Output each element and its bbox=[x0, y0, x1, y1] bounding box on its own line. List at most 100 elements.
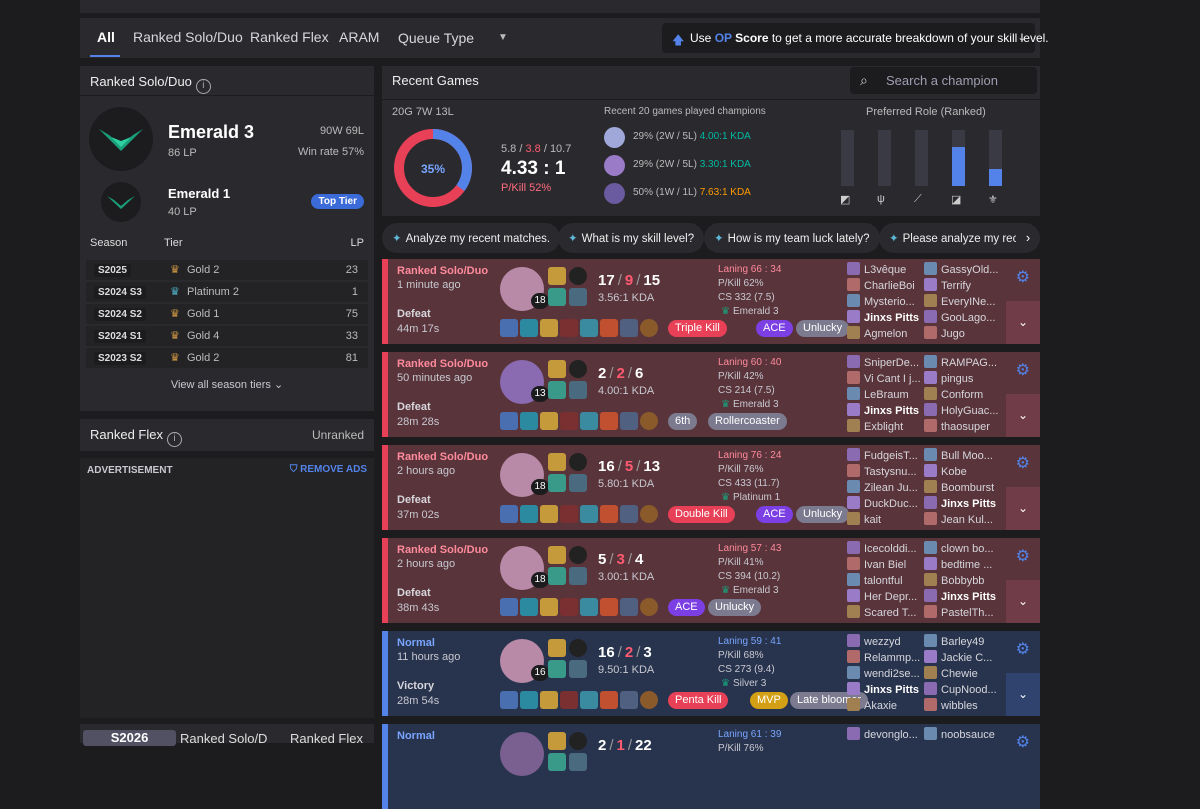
player-name[interactable]: Vi Cant I j... bbox=[847, 371, 922, 385]
info-icon[interactable]: i bbox=[166, 432, 182, 447]
player-name[interactable]: Kobe bbox=[924, 464, 999, 478]
player-name[interactable]: LeBraum bbox=[847, 387, 922, 401]
ai-analyze-icon[interactable]: ⚙ bbox=[1016, 267, 1030, 287]
expand-chevron-icon[interactable]: ⌄ bbox=[1006, 487, 1040, 530]
expand-chevron-icon[interactable]: ⌄ bbox=[1006, 580, 1040, 623]
player-name[interactable]: thaosuper bbox=[924, 419, 999, 433]
player-name[interactable]: L3vêque bbox=[847, 262, 922, 276]
player-name[interactable]: SniperDe... bbox=[847, 355, 922, 369]
player-name[interactable]: Barley49 bbox=[924, 634, 999, 648]
player-name[interactable]: Exblight bbox=[847, 419, 922, 433]
chevron-right-icon[interactable]: › bbox=[1016, 224, 1040, 252]
expand-chevron-icon[interactable]: ⌄ bbox=[1006, 394, 1040, 437]
player-name[interactable]: DuckDuc... bbox=[847, 496, 922, 510]
ai-analyze-icon[interactable]: ⚙ bbox=[1016, 453, 1030, 473]
player-name[interactable]: Mysterio... bbox=[847, 294, 922, 308]
player-name[interactable]: EveryINe... bbox=[924, 294, 999, 308]
ai-analyze-icon[interactable]: ⚙ bbox=[1016, 639, 1030, 659]
expand-chevron-icon[interactable]: ⌄ bbox=[1006, 301, 1040, 344]
match-card[interactable]: Ranked Solo/Duo 50 minutes ago Defeat 28m 2… bbox=[382, 352, 1040, 437]
match-stats: Laning 57 : 43 P/Kill 41% CS 394 (10.2) ♛ Em… bbox=[718, 542, 808, 598]
player-name[interactable]: Relammp... bbox=[847, 650, 922, 664]
player-name[interactable]: PastelTh... bbox=[924, 605, 999, 619]
player-name[interactable]: GassyOld... bbox=[924, 262, 999, 276]
ai-prompt-chip[interactable]: ✦ What is my skill level? bbox=[558, 223, 705, 253]
player-name[interactable]: Scared T... bbox=[847, 605, 922, 619]
player-name[interactable]: Icecolddi... bbox=[847, 541, 922, 555]
player-name[interactable]: RAMPAG... bbox=[924, 355, 999, 369]
tab-ranked-flex[interactable]: Ranked Flex bbox=[250, 29, 329, 45]
chevron-down-icon[interactable]: ▼ bbox=[498, 32, 508, 43]
player-name[interactable]: pingus bbox=[924, 371, 999, 385]
player-name[interactable]: clown bo... bbox=[924, 541, 999, 555]
player-name[interactable]: CharlieBoi bbox=[847, 278, 922, 292]
player-name[interactable]: kait bbox=[847, 512, 922, 526]
player-name[interactable]: Jean Kul... bbox=[924, 512, 999, 526]
player-name[interactable]: GooLago... bbox=[924, 310, 999, 324]
result-bar bbox=[382, 724, 388, 809]
player-name[interactable]: Jinxs Pitts bbox=[847, 682, 922, 696]
player-name[interactable]: Boomburst bbox=[924, 480, 999, 494]
player-name[interactable]: FudgeisT... bbox=[847, 448, 922, 462]
player-name[interactable]: Conform bbox=[924, 387, 999, 401]
ai-analyze-icon[interactable]: ⚙ bbox=[1016, 732, 1030, 752]
queue-type-select[interactable]: Queue Type bbox=[398, 30, 474, 46]
info-icon[interactable]: i bbox=[195, 79, 211, 94]
player-name[interactable]: talontful bbox=[847, 573, 922, 587]
player-name[interactable]: Jinxs Pitts bbox=[847, 310, 922, 324]
player-name[interactable]: HolyGuac... bbox=[924, 403, 999, 417]
player-name[interactable]: Zilean Ju... bbox=[847, 480, 922, 494]
player-name[interactable]: Jinxs Pitts bbox=[847, 403, 922, 417]
tab-ranked-solo-bottom[interactable]: Ranked Solo/D bbox=[180, 731, 267, 746]
champion-icon bbox=[847, 634, 860, 647]
tab-ranked-solo[interactable]: Ranked Solo/Duo bbox=[133, 29, 243, 45]
player-name[interactable]: Akaxie bbox=[847, 698, 922, 712]
tab-ranked-flex-bottom[interactable]: Ranked Flex bbox=[290, 731, 363, 746]
player-name[interactable]: Her Depr... bbox=[847, 589, 922, 603]
champion-icon bbox=[924, 682, 937, 695]
tab-all[interactable]: All bbox=[97, 29, 115, 45]
search-input[interactable]: Search a champion bbox=[886, 73, 998, 88]
match-card[interactable]: Ranked Solo/Duo 2 hours ago Defeat 37m 02s 1… bbox=[382, 445, 1040, 530]
player-name[interactable]: Jugo bbox=[924, 326, 999, 340]
ai-analyze-icon[interactable]: ⚙ bbox=[1016, 360, 1030, 380]
match-card[interactable]: Normal 11 hours ago Victory 28m 54s 16 16/2/3… bbox=[382, 631, 1040, 716]
chevron-down-icon[interactable]: ⌄ bbox=[1017, 30, 1027, 44]
player-name[interactable]: Ivan Biel bbox=[847, 557, 922, 571]
tab-s2026[interactable]: S2026 bbox=[83, 730, 176, 746]
player-name[interactable]: Bull Moo... bbox=[924, 448, 999, 462]
player-name[interactable]: wendi2se... bbox=[847, 666, 922, 680]
player-name[interactable]: Bobbybb bbox=[924, 573, 999, 587]
player-name[interactable]: CupNood... bbox=[924, 682, 999, 696]
player-name[interactable]: noobsauce bbox=[924, 727, 999, 741]
op-score-note[interactable]: 🡅 Use OP Score to get a more accurate br… bbox=[662, 23, 1049, 53]
player-name[interactable]: Agmelon bbox=[847, 326, 922, 340]
player-name[interactable]: Tastysnu... bbox=[847, 464, 922, 478]
remove-ads-link[interactable]: ⛉ REMOVE ADS bbox=[290, 464, 367, 475]
match-card[interactable]: Normal 2/1/22 Laning 61 : 39 P/Kill 76% devo… bbox=[382, 724, 1040, 809]
player-name[interactable]: bedtime ... bbox=[924, 557, 999, 571]
player-name[interactable]: Chewie bbox=[924, 666, 999, 680]
ai-prompt-chip[interactable]: ✦ Analyze my recent matches. bbox=[382, 223, 561, 253]
kda-ratio: 3.56:1 KDA bbox=[598, 292, 655, 304]
ai-analyze-icon[interactable]: ⚙ bbox=[1016, 546, 1030, 566]
ai-prompt-chip[interactable]: ✦ How is my team luck lately? bbox=[704, 223, 880, 253]
player-name[interactable]: wibbles bbox=[924, 698, 999, 712]
player-name[interactable]: Jackie C... bbox=[924, 650, 999, 664]
player-name[interactable]: Jinxs Pitts bbox=[924, 496, 999, 510]
player-name[interactable]: Terrify bbox=[924, 278, 999, 292]
champion-search[interactable]: ⌕ Search a champion bbox=[850, 67, 1037, 94]
champion-icon bbox=[847, 294, 860, 307]
player-name[interactable]: Jinxs Pitts bbox=[924, 589, 999, 603]
match-card[interactable]: Ranked Solo/Duo 1 minute ago Defeat 44m 17s… bbox=[382, 259, 1040, 344]
kill-participation: P/Kill 76% bbox=[718, 743, 764, 754]
match-card[interactable]: Ranked Solo/Duo 2 hours ago Defeat 38m 43s 1… bbox=[382, 538, 1040, 623]
match-badge: ACE bbox=[756, 320, 793, 337]
player-name[interactable]: wezzyd bbox=[847, 634, 922, 648]
expand-chevron-icon[interactable]: ⌄ bbox=[1006, 673, 1040, 716]
tab-aram[interactable]: ARAM bbox=[339, 29, 379, 45]
champion-icon bbox=[847, 541, 860, 554]
view-all-seasons[interactable]: View all season tiers ⌄ bbox=[80, 378, 374, 391]
role-bar bbox=[878, 130, 891, 186]
player-name[interactable]: devonglo... bbox=[847, 727, 922, 741]
